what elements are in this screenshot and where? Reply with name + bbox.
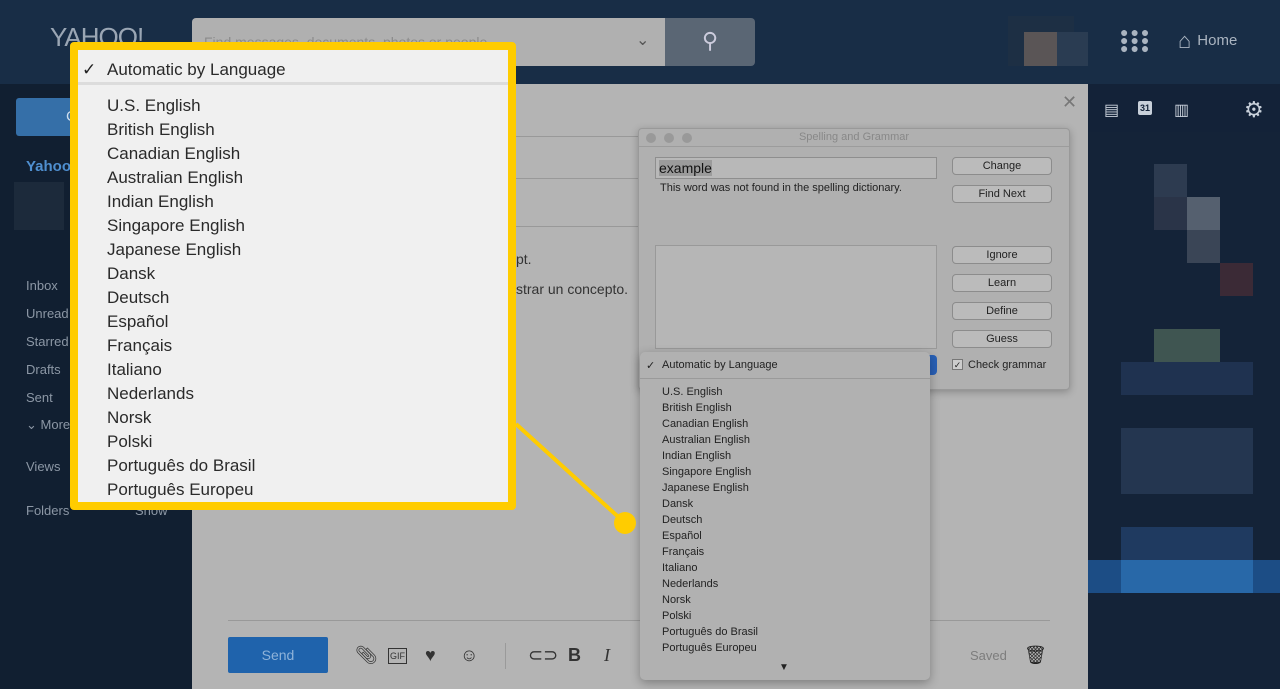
ignore-button[interactable]: Ignore xyxy=(952,246,1052,264)
callout-item-language: Dansk xyxy=(107,264,156,283)
callout-item-language: Indian English xyxy=(107,192,214,211)
menu-item-language[interactable]: Português do Brasil xyxy=(662,626,758,638)
menu-item-language[interactable]: U.S. English xyxy=(662,386,723,398)
menu-item-language[interactable]: Japanese English xyxy=(662,482,749,494)
italic-icon[interactable]: I xyxy=(604,645,610,666)
callout-item-language: Singapore English xyxy=(107,216,245,235)
gif-icon[interactable]: GIF xyxy=(388,648,407,664)
home-icon: ⌂ xyxy=(1178,28,1192,53)
saved-status: Saved xyxy=(970,648,1007,663)
language-dropdown-menu: ✓ Automatic by Language ▼ U.S. English Br… xyxy=(640,352,930,680)
sidebar-item-inbox[interactable]: Inbox xyxy=(26,278,58,293)
menu-item-language[interactable]: Italiano xyxy=(662,562,697,574)
sidebar-item-unread[interactable]: Unread xyxy=(26,306,69,321)
avatar-blur xyxy=(14,182,64,230)
search-button[interactable]: ⚲ xyxy=(665,18,755,66)
checkmark-icon: ✓ xyxy=(82,60,97,79)
account-name[interactable]: Yahoo xyxy=(26,158,71,175)
trash-icon[interactable]: 🗑︎ xyxy=(1024,645,1047,666)
callout-item-language: Nederlands xyxy=(107,384,194,403)
scroll-down-arrow-icon[interactable]: ▼ xyxy=(779,662,789,673)
menu-item-language[interactable]: Français xyxy=(662,546,704,558)
check-grammar-label: Check grammar xyxy=(968,359,1047,371)
spelling-grammar-dialog: Spelling and Grammar example This word w… xyxy=(638,128,1070,390)
sidebar-item-drafts[interactable]: Drafts xyxy=(26,362,61,377)
misspelled-word-field[interactable]: example xyxy=(655,157,937,179)
menu-item-language[interactable]: Español xyxy=(662,530,702,542)
callout-item-language: Japanese English xyxy=(107,240,242,259)
menu-item-language[interactable]: British English xyxy=(662,402,732,414)
zoom-window-button[interactable] xyxy=(682,133,692,143)
word-text: example xyxy=(659,160,712,176)
close-icon[interactable]: ✕ xyxy=(1062,92,1077,113)
callout-item-language: Polski xyxy=(107,432,153,451)
apps-grid-icon[interactable]: ●●● ●●● ●●● xyxy=(1120,25,1150,55)
link-icon[interactable]: ⊂⊃ xyxy=(528,645,558,666)
minimize-window-button[interactable] xyxy=(664,133,674,143)
attach-icon[interactable]: 📎︎ xyxy=(355,645,378,666)
callout-item-language: Norsk xyxy=(107,408,152,427)
checkbox-check-icon: ✓ xyxy=(952,359,963,370)
menu-item-language[interactable]: Polski xyxy=(662,610,691,622)
learn-button[interactable]: Learn xyxy=(952,274,1052,292)
callout-item-language: Canadian English xyxy=(107,144,241,163)
not-found-message: This word was not found in the spelling … xyxy=(660,182,902,194)
callout-item-language: U.S. English xyxy=(107,96,201,115)
notepad-icon[interactable]: ▥ xyxy=(1174,100,1189,120)
calendar-icon[interactable]: 31 xyxy=(1138,101,1153,115)
callout-item-language: British English xyxy=(107,120,215,139)
home-label: Home xyxy=(1197,31,1238,49)
find-next-button[interactable]: Find Next xyxy=(952,185,1052,203)
callout-item-language: Deutsch xyxy=(107,288,170,307)
change-button[interactable]: Change xyxy=(952,157,1052,175)
home-button[interactable]: ⌂ Home xyxy=(1178,28,1237,54)
menu-item-selected[interactable]: Automatic by Language xyxy=(662,359,778,371)
close-window-button[interactable] xyxy=(646,133,656,143)
menu-item-language[interactable]: Singapore English xyxy=(662,466,751,478)
sidebar-item-sent[interactable]: Sent xyxy=(26,390,53,405)
guess-button[interactable]: Guess xyxy=(952,330,1052,348)
menu-item-language[interactable]: Australian English xyxy=(662,434,750,446)
menu-item-language[interactable]: Indian English xyxy=(662,450,731,462)
callout-item-selected: Automatic by Language xyxy=(107,60,286,79)
define-button[interactable]: Define xyxy=(952,302,1052,320)
menu-item-language[interactable]: Dansk xyxy=(662,498,693,510)
message-body-line[interactable]: strar un concepto. xyxy=(516,281,628,297)
callout-item-language: Português do Brasil xyxy=(107,456,256,475)
sidebar-views[interactable]: Views xyxy=(26,459,60,474)
search-icon: ⚲ xyxy=(701,28,719,53)
check-grammar-checkbox[interactable]: ✓ Check grammar xyxy=(952,359,1046,371)
right-sidebar: ▤ 31 ▥ ⚙ xyxy=(1088,84,1280,689)
chevron-down-icon[interactable]: ⌄ xyxy=(636,30,649,50)
suggestions-list[interactable] xyxy=(655,245,937,349)
sidebar-item-starred[interactable]: Starred xyxy=(26,334,69,349)
emoji-icon[interactable]: ☺ xyxy=(460,645,478,666)
sidebar-item-more[interactable]: ⌄ More xyxy=(26,417,70,433)
menu-item-language[interactable]: Norsk xyxy=(662,594,691,606)
menu-item-language[interactable]: Português Europeu xyxy=(662,642,757,654)
gear-icon[interactable]: ⚙ xyxy=(1244,97,1264,123)
dialog-title: Spelling and Grammar xyxy=(639,129,1069,147)
menu-item-language[interactable]: Deutsch xyxy=(662,514,702,526)
zoomed-language-menu-callout: ✓ Automatic by Language U.S. English Brit… xyxy=(70,42,516,510)
sidebar-folders[interactable]: Folders xyxy=(26,503,69,518)
callout-item-language: Australian English xyxy=(107,168,244,187)
callout-item-language: Español xyxy=(107,312,169,331)
menu-item-language[interactable]: Canadian English xyxy=(662,418,748,430)
more-label: More xyxy=(40,417,71,432)
callout-item-language: Português Europeu xyxy=(107,480,254,499)
menu-item-language[interactable]: Nederlands xyxy=(662,578,718,590)
sticker-icon[interactable]: ♥ xyxy=(425,645,436,666)
avatar[interactable] xyxy=(1008,16,1088,66)
send-button[interactable]: Send xyxy=(228,637,328,673)
checkmark-icon: ✓ xyxy=(646,360,656,372)
callout-item-language: Français xyxy=(107,336,173,355)
chevron-down-icon: ⌄ xyxy=(26,417,41,432)
callout-item-language: Italiano xyxy=(107,360,162,379)
bold-icon[interactable]: B xyxy=(568,645,581,666)
message-body-line[interactable]: pt. xyxy=(516,251,532,267)
contacts-icon[interactable]: ▤ xyxy=(1104,100,1119,120)
